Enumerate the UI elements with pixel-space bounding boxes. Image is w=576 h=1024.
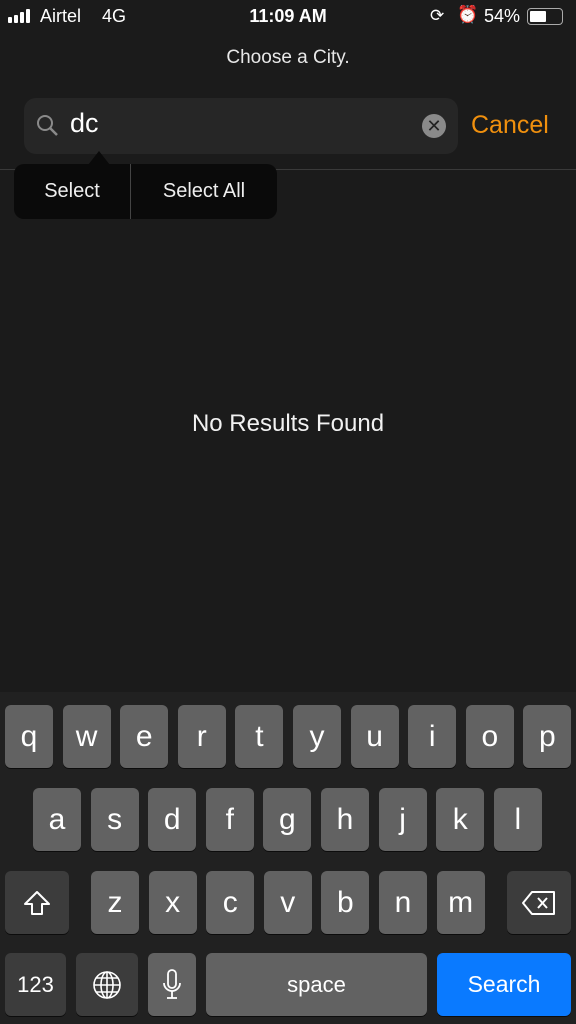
delete-icon [522, 890, 555, 915]
key-j[interactable]: j [378, 788, 427, 851]
search-icon [37, 115, 58, 136]
key-p[interactable]: p [523, 705, 572, 768]
key-m[interactable]: m [436, 871, 485, 934]
key-c[interactable]: c [206, 871, 255, 934]
key-y[interactable]: y [293, 705, 341, 768]
rotation-lock-icon: ⟳ [430, 6, 445, 25]
key-o[interactable]: o [465, 705, 514, 768]
key-a[interactable]: a [33, 788, 81, 851]
key-d[interactable]: d [148, 788, 197, 851]
key-t[interactable]: t [235, 705, 284, 768]
key-r[interactable]: r [177, 705, 226, 768]
space-key[interactable]: space [206, 953, 427, 1016]
menu-arrow [88, 151, 110, 165]
key-n[interactable]: n [379, 871, 427, 934]
battery-icon [527, 8, 563, 25]
delete-key[interactable] [507, 871, 571, 934]
select-button[interactable]: Select [14, 164, 130, 219]
microphone-key[interactable] [148, 953, 196, 1016]
globe-icon [93, 970, 121, 999]
key-i[interactable]: i [408, 705, 457, 768]
cancel-button[interactable]: Cancel [471, 111, 549, 140]
key-x[interactable]: x [148, 871, 197, 934]
keyboard: q w e r t y u i o p a s d f g h j k l z x c v b n m 123 space Search [0, 692, 576, 1024]
key-v[interactable]: v [263, 871, 312, 934]
key-w[interactable]: w [62, 705, 111, 768]
select-all-button[interactable]: Select All [131, 164, 277, 219]
page-title: Choose a City. [226, 47, 350, 68]
search-key[interactable]: Search [437, 953, 571, 1016]
microphone-icon [163, 968, 181, 999]
status-bar: Airtel 4G 11:09 AM ⟳ ⏰ 54% [0, 0, 576, 34]
alarm-icon: ⏰ [457, 5, 479, 24]
key-u[interactable]: u [350, 705, 399, 768]
key-g[interactable]: g [263, 788, 312, 851]
numbers-key[interactable]: 123 [5, 953, 66, 1016]
key-f[interactable]: f [205, 788, 254, 851]
key-k[interactable]: k [436, 788, 485, 851]
globe-key[interactable] [76, 953, 138, 1016]
key-z[interactable]: z [91, 871, 139, 934]
shift-icon [24, 890, 50, 915]
empty-state: No Results Found [191, 410, 385, 437]
key-e[interactable]: e [120, 705, 169, 768]
search-value[interactable]: dc [70, 108, 99, 139]
battery-percent: 54% [484, 6, 521, 26]
key-h[interactable]: h [321, 788, 369, 851]
shift-key[interactable] [5, 871, 69, 934]
clear-icon[interactable]: ✕ [422, 114, 446, 138]
key-b[interactable]: b [321, 871, 370, 934]
key-l[interactable]: l [493, 788, 542, 851]
key-q[interactable]: q [5, 705, 53, 768]
key-s[interactable]: s [90, 788, 139, 851]
